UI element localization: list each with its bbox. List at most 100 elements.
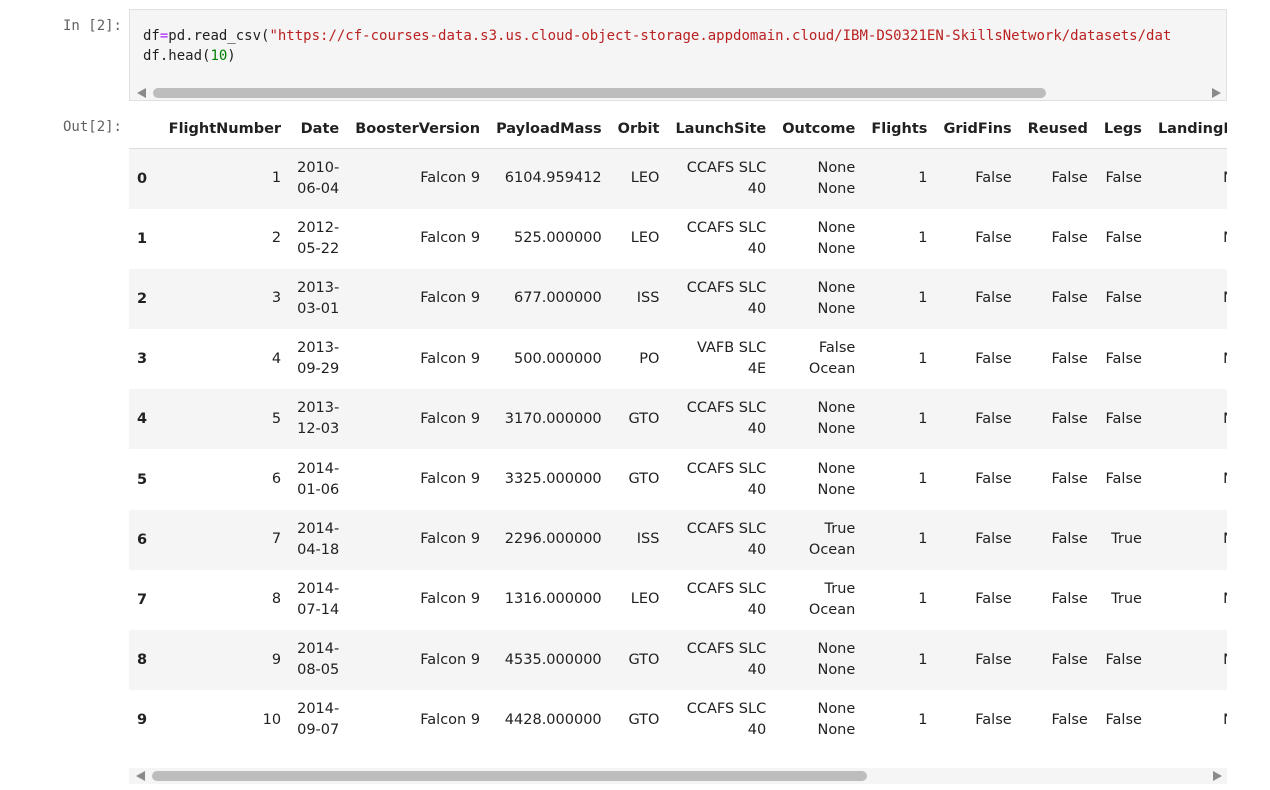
input-prompt: In [2]: xyxy=(62,18,122,34)
table-cell: PO xyxy=(639,350,660,367)
code-line-2: df.head(10) xyxy=(143,48,236,64)
code-editor[interactable]: df=pd.read_csv("https://cf-courses-data.… xyxy=(143,26,1171,66)
table-cell: False xyxy=(975,651,1012,668)
table-cell: None None xyxy=(817,159,856,197)
table-cell: Falcon 9 xyxy=(420,170,481,187)
table-cell: 5 xyxy=(271,410,282,427)
table-row: 9 10 2014-09-07 Falcon 9 4428.000000 GTO CCAFS… xyxy=(129,690,1227,750)
column-header-boosterversion: BoosterVersion xyxy=(347,110,489,149)
scroll-right-arrow-icon[interactable] xyxy=(1213,771,1222,781)
table-cell: 4 xyxy=(271,350,282,367)
table-cell: False xyxy=(1051,170,1088,187)
table-row: 0 1 2010-06-04 Falcon 9 6104.959412 LEO CCAFS … xyxy=(129,148,1227,209)
table-cell: 1 xyxy=(918,711,928,728)
column-header-gridfins: GridFins xyxy=(935,110,1020,149)
table-cell: 1 xyxy=(271,170,282,187)
table-cell: 2014-01-06 xyxy=(297,460,340,498)
scroll-right-arrow-icon[interactable] xyxy=(1212,88,1221,98)
table-cell: NaN xyxy=(1150,269,1227,329)
table-cell: False xyxy=(1051,410,1088,427)
table-cell: False xyxy=(1051,711,1088,728)
scroll-left-arrow-icon[interactable] xyxy=(137,88,146,98)
output-area: FlightNumber Date BoosterVersion PayloadMas… xyxy=(129,110,1227,760)
row-index: 7 xyxy=(137,591,148,608)
column-header-landingpad: LandingPad xyxy=(1149,110,1227,149)
table-cell: None None xyxy=(817,279,856,317)
table-cell: Falcon 9 xyxy=(420,651,481,668)
code-line-1: df=pd.read_csv("https://cf-courses-data.… xyxy=(143,28,1172,44)
table-cell: 6104.959412 xyxy=(504,170,602,187)
scrollbar-thumb[interactable] xyxy=(153,88,1046,98)
table-cell: ISS xyxy=(636,531,660,548)
row-index: 9 xyxy=(137,712,148,729)
table-cell: NaN xyxy=(1150,449,1227,509)
table-cell: 2013-12-03 xyxy=(297,400,340,438)
table-cell: 9 xyxy=(271,651,282,668)
column-header-payloadmass: PayloadMass xyxy=(488,110,610,149)
table-cell: False xyxy=(1105,230,1142,247)
table-body: 0 1 2010-06-04 Falcon 9 6104.959412 LEO CCAFS … xyxy=(129,148,1227,751)
table-cell: 1 xyxy=(918,230,928,247)
table-cell: False xyxy=(975,230,1012,247)
table-cell: False xyxy=(1105,350,1142,367)
table-cell: 2296.000000 xyxy=(504,531,602,548)
table-cell: Falcon 9 xyxy=(420,591,481,608)
row-index: 1 xyxy=(137,230,148,247)
row-index: 3 xyxy=(137,351,148,368)
table-cell: 1 xyxy=(918,591,928,608)
row-index: 2 xyxy=(137,290,148,307)
table-cell: 2014-07-14 xyxy=(297,580,340,618)
code-cell[interactable]: df=pd.read_csv("https://cf-courses-data.… xyxy=(129,9,1227,101)
table-cell: True xyxy=(1111,591,1142,608)
table-cell: False Ocean xyxy=(808,340,856,378)
table-row: 7 8 2014-07-14 Falcon 9 1316.000000 LEO CCAFS … xyxy=(129,570,1227,630)
table-cell: CCAFS SLC 40 xyxy=(686,580,767,618)
table-cell: CCAFS SLC 40 xyxy=(686,159,767,197)
table-cell: False xyxy=(1051,651,1088,668)
table-cell: LEO xyxy=(630,230,660,247)
table-cell: 3325.000000 xyxy=(504,471,602,488)
table-cell: NaN xyxy=(1150,389,1227,449)
table-cell: 7 xyxy=(271,531,282,548)
table-cell: False xyxy=(1105,711,1142,728)
table-cell: Falcon 9 xyxy=(420,230,481,247)
table-cell: 2014-04-18 xyxy=(297,520,340,558)
table-row: 5 6 2014-01-06 Falcon 9 3325.000000 GTO CCAFS … xyxy=(129,449,1227,509)
table-cell: NaN xyxy=(1150,329,1227,389)
row-index: 4 xyxy=(137,411,148,428)
scrollbar-thumb[interactable] xyxy=(152,771,867,781)
table-cell: Falcon 9 xyxy=(420,711,481,728)
table-cell: CCAFS SLC 40 xyxy=(686,460,767,498)
table-row: 8 9 2014-08-05 Falcon 9 4535.000000 GTO CCAFS … xyxy=(129,630,1227,691)
column-header-legs: Legs xyxy=(1095,110,1150,149)
row-index: 5 xyxy=(137,471,148,488)
table-header-row: FlightNumber Date BoosterVersion PayloadMas… xyxy=(129,110,1227,149)
scroll-left-arrow-icon[interactable] xyxy=(136,771,145,781)
table-cell: Falcon 9 xyxy=(420,290,481,307)
table-cell: CCAFS SLC 40 xyxy=(686,219,767,257)
table-cell: True Ocean xyxy=(808,580,856,618)
table-cell: 3 xyxy=(271,290,282,307)
code-horizontal-scrollbar[interactable] xyxy=(130,85,1226,100)
table-cell: False xyxy=(1051,290,1088,307)
table-cell: VAFB SLC 4E xyxy=(697,340,767,378)
table-cell: None None xyxy=(817,701,856,739)
table-cell: 10 xyxy=(262,711,282,728)
table-cell: LEO xyxy=(630,591,660,608)
table-cell: 500.000000 xyxy=(514,350,602,367)
table-cell: GTO xyxy=(628,410,660,427)
table-cell: 2014-08-05 xyxy=(297,641,340,679)
table-cell: False xyxy=(975,170,1012,187)
table-cell: NaN xyxy=(1150,690,1227,750)
row-index: 8 xyxy=(137,652,148,669)
table-cell: 2010-06-04 xyxy=(297,159,340,197)
table-cell: False xyxy=(975,711,1012,728)
table-cell: False xyxy=(975,410,1012,427)
output-horizontal-scrollbar[interactable] xyxy=(129,768,1227,784)
table-row: 3 4 2013-09-29 Falcon 9 500.000000 PO VAFB SLC… xyxy=(129,329,1227,389)
table-cell: 2013-09-29 xyxy=(297,340,340,378)
table-cell: CCAFS SLC 40 xyxy=(686,520,767,558)
table-cell: 1 xyxy=(918,651,928,668)
output-prompt: Out[2]: xyxy=(62,119,122,135)
table-cell: CCAFS SLC 40 xyxy=(686,641,767,679)
